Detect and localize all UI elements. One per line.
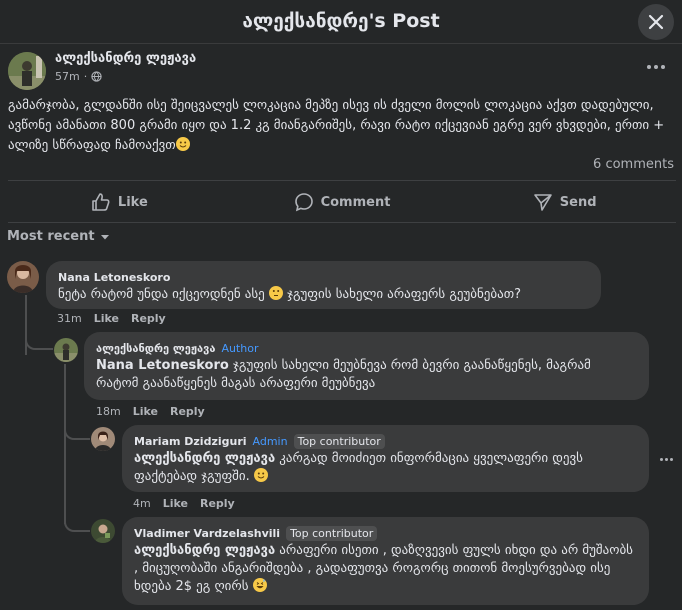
- post-body: გამარჯობა, გლდანში ისე შეიცვალეს ლოკაცია…: [8, 96, 676, 156]
- comment-author-name[interactable]: Mariam Dzidziguri: [134, 435, 247, 448]
- thread-line: [25, 320, 53, 350]
- post-header: ალექსანდრე's Post: [0, 0, 682, 44]
- avatar[interactable]: [91, 427, 115, 451]
- post-author-name[interactable]: ალექსანდრე ლეჟავა: [55, 51, 196, 66]
- comment-like-button[interactable]: Like: [163, 497, 188, 510]
- comment-text: ნეტა რატომ უნდა იქცეოდნენ ასე ჯგუფის სახ…: [58, 286, 522, 302]
- author-badge: Author: [221, 341, 259, 355]
- post-time[interactable]: 57m: [55, 70, 80, 83]
- grinning-sweat-emoji-icon: [252, 578, 267, 592]
- smile-emoji-icon: [175, 137, 190, 151]
- comment-time[interactable]: 18m: [96, 405, 121, 418]
- comments-count[interactable]: 6 comments: [593, 157, 674, 172]
- header-title: ალექსანდრე's Post: [242, 10, 440, 32]
- mention-link[interactable]: Nana Letoneskoro: [96, 358, 229, 373]
- comment-author-name[interactable]: Nana Letoneskoro: [58, 271, 170, 284]
- smile-emoji-icon: [253, 468, 268, 482]
- comment-time[interactable]: 4m: [133, 497, 151, 510]
- thinking-emoji-icon: [268, 286, 283, 300]
- post-author-avatar[interactable]: [8, 52, 46, 90]
- comment-meta: 18m Like Reply: [96, 405, 205, 418]
- comment-more-options-button[interactable]: [658, 453, 674, 465]
- comment-meta: 31m Like Reply: [57, 312, 166, 325]
- comment-bubble: Mariam Dzidziguri Admin Top contributor ალ…: [122, 425, 649, 492]
- comment-author-name[interactable]: ალექსანდრე ლეჟავა: [96, 342, 215, 355]
- mention-link[interactable]: ალექსანდრე ლეჟავა: [134, 543, 275, 558]
- send-button[interactable]: Send: [453, 187, 676, 217]
- like-label: Like: [117, 194, 148, 210]
- comment-like-button[interactable]: Like: [94, 312, 119, 325]
- divider: [8, 222, 676, 223]
- caret-down-icon: [100, 234, 109, 239]
- avatar[interactable]: [91, 519, 115, 543]
- divider: [8, 180, 676, 181]
- comment-sort-dropdown[interactable]: Most recent: [7, 229, 110, 244]
- comment-reply-button[interactable]: Reply: [200, 497, 235, 510]
- comment-bubble: Vladimer Vardzelashvili Top contributor ა…: [122, 517, 649, 605]
- privacy-globe-icon: [91, 71, 102, 82]
- thread-line: [64, 505, 90, 532]
- sort-label: Most recent: [7, 229, 95, 244]
- comment-bubble: ალექსანდრე ლეჟავა Author Nana Letoneskoro…: [84, 332, 649, 400]
- thumbs-up-icon: [92, 193, 110, 211]
- avatar[interactable]: [54, 338, 78, 362]
- send-label: Send: [559, 194, 597, 210]
- comment-author-name[interactable]: Vladimer Vardzelashvili: [134, 527, 280, 540]
- more-icon: [647, 65, 651, 69]
- comment-text: ალექსანდრე ლეჟავა არაფერი ისეთი , დაზღვე…: [134, 543, 633, 594]
- mention-link[interactable]: ალექსანდრე ლეჟავა: [134, 451, 275, 466]
- avatar[interactable]: [7, 261, 39, 293]
- like-button[interactable]: Like: [8, 187, 231, 217]
- post-meta: 57m ·: [55, 70, 102, 83]
- comment-label: Comment: [320, 194, 391, 210]
- comment-reply-button[interactable]: Reply: [131, 312, 166, 325]
- thread-line: [64, 415, 90, 440]
- comment-text: ალექსანდრე ლეჟავა კარგად მოიძიეთ ინფორმა…: [134, 451, 583, 484]
- admin-badge: Admin: [252, 434, 288, 448]
- thread-line: [64, 364, 66, 524]
- comment-reply-button[interactable]: Reply: [170, 405, 205, 418]
- comment-like-button[interactable]: Like: [133, 405, 158, 418]
- post-more-options-button[interactable]: [644, 58, 668, 76]
- comment-button[interactable]: Comment: [231, 187, 454, 217]
- more-icon: [659, 457, 663, 461]
- top-contributor-badge: Top contributor: [293, 433, 385, 449]
- send-icon: [533, 194, 552, 211]
- comment-time[interactable]: 31m: [57, 312, 82, 325]
- post-actions: Like Comment Send: [8, 187, 676, 217]
- comment-meta: 4m Like Reply: [133, 497, 235, 510]
- comment-bubble-icon: [294, 193, 313, 212]
- top-contributor-badge: Top contributor: [286, 525, 378, 541]
- close-button[interactable]: [638, 4, 674, 40]
- comment-text: Nana Letoneskoro ჯგუფის სახელი მეუბნევა …: [96, 358, 591, 391]
- close-icon: [648, 14, 664, 30]
- comment-bubble: Nana Letoneskoro ნეტა რატომ უნდა იქცეოდნ…: [46, 261, 601, 309]
- post-text: გამარჯობა, გლდანში ისე შეიცვალეს ლოკაცია…: [8, 98, 665, 153]
